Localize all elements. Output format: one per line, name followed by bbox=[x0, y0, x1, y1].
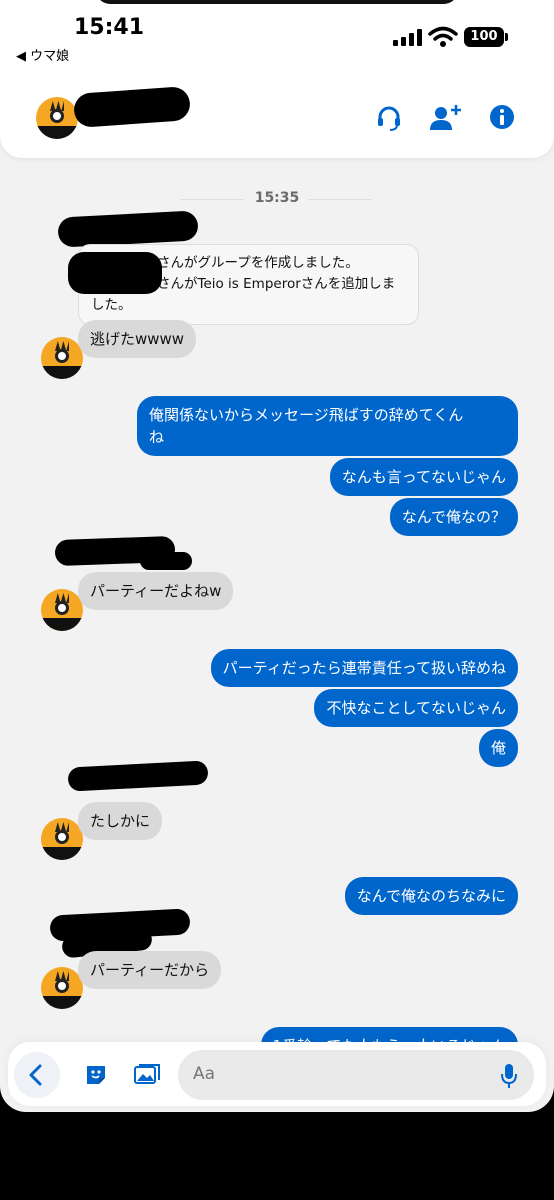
message-line: 俺関係ないからメッセージ飛ばすの辞めてくん bbox=[149, 406, 464, 424]
sender-avatar[interactable] bbox=[41, 967, 83, 1009]
incoming-message[interactable]: パーティーだから bbox=[78, 951, 222, 989]
outgoing-message[interactable]: 俺関係ないからメッセージ飛ばすの辞めてくん ね bbox=[137, 396, 518, 456]
message-line: ね bbox=[149, 428, 165, 446]
outgoing-message[interactable]: パーティだったら連帯責任って扱い辞めね bbox=[210, 649, 518, 687]
redacted-name-in-message bbox=[68, 252, 162, 294]
incoming-message[interactable]: たしかに bbox=[78, 802, 163, 840]
microphone-icon[interactable] bbox=[500, 1063, 518, 1089]
info-icon[interactable] bbox=[489, 104, 515, 130]
message-input[interactable]: Aa bbox=[178, 1050, 534, 1100]
message-input-placeholder: Aa bbox=[193, 1064, 216, 1084]
outgoing-message[interactable]: 俺 bbox=[478, 729, 518, 767]
redacted-group-name bbox=[72, 85, 192, 129]
group-avatar[interactable] bbox=[36, 97, 78, 139]
outgoing-message[interactable]: なんも言ってないじゃん bbox=[329, 458, 518, 496]
redacted-sender-name bbox=[67, 760, 209, 792]
status-time: 15:41 bbox=[74, 15, 145, 40]
cellular-signal-icon bbox=[393, 28, 423, 46]
back-chevron-icon bbox=[29, 1064, 42, 1086]
outgoing-message[interactable]: なんで俺なの？ bbox=[389, 498, 518, 536]
image-icon[interactable] bbox=[133, 1062, 161, 1086]
battery-indicator: 100 bbox=[464, 27, 504, 47]
divider bbox=[308, 199, 372, 200]
redacted-sender-name bbox=[140, 552, 192, 570]
outgoing-message[interactable]: なんで俺なのちなみに bbox=[344, 877, 518, 915]
sender-avatar[interactable] bbox=[41, 818, 83, 860]
sender-avatar[interactable] bbox=[41, 337, 83, 379]
incoming-message[interactable]: パーティーだよねw bbox=[78, 572, 234, 610]
sender-avatar[interactable] bbox=[41, 589, 83, 631]
device-notch bbox=[96, 0, 458, 4]
back-to-app-link[interactable]: ◀ ウマ娘 bbox=[16, 45, 69, 64]
system-message-line: した。 bbox=[91, 297, 132, 313]
back-button[interactable] bbox=[14, 1052, 60, 1098]
chat-screen: 15:41 ◀ ウマ娘 100 15:35 さんがグループを作成しました。 さん… bbox=[0, 0, 554, 1112]
outgoing-message[interactable]: 不快なことしてないじゃん bbox=[314, 689, 518, 727]
battery-tip bbox=[505, 33, 508, 41]
timestamp: 15:35 bbox=[254, 190, 300, 206]
chat-header: 15:41 ◀ ウマ娘 100 bbox=[0, 0, 554, 158]
redacted-sender-name bbox=[57, 210, 199, 248]
wifi-icon bbox=[428, 26, 458, 47]
headset-icon[interactable] bbox=[376, 104, 402, 132]
add-person-icon[interactable] bbox=[430, 104, 462, 132]
sticker-icon[interactable] bbox=[84, 1063, 108, 1087]
incoming-message[interactable]: 逃げたwwww bbox=[78, 320, 197, 358]
